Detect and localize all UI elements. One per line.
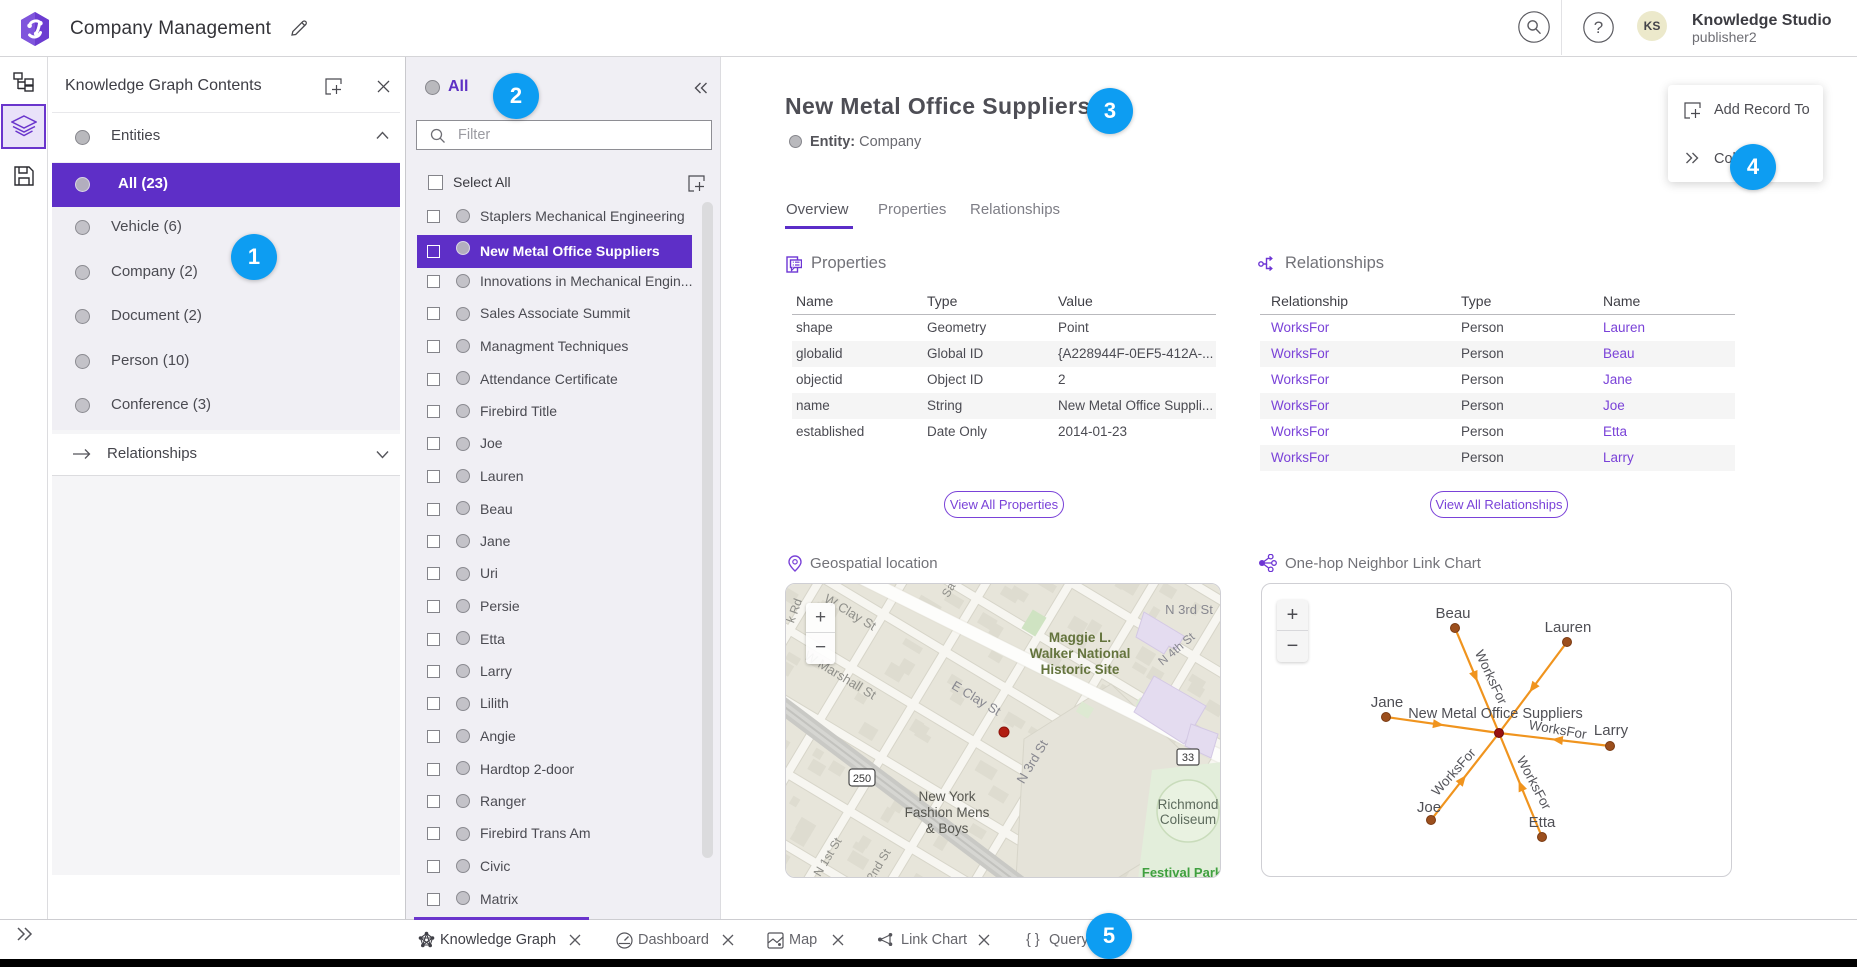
svg-text:N 3rd St: N 3rd St (1165, 602, 1213, 617)
svg-text:Richmond: Richmond (1158, 797, 1219, 812)
svg-text:250: 250 (853, 773, 871, 785)
svg-text:Festival Park: Festival Park (1142, 865, 1221, 878)
svg-text:& Boys: & Boys (926, 821, 969, 836)
svg-text:Beau: Beau (1435, 605, 1470, 622)
svg-text:WorksFor: WorksFor (1472, 648, 1510, 708)
svg-text:Lauren: Lauren (1545, 619, 1592, 636)
svg-text:Maggie L.: Maggie L. (1049, 630, 1111, 645)
svg-text:Joe: Joe (1417, 799, 1441, 816)
svg-text:33: 33 (1182, 752, 1194, 764)
svg-text:New Metal Office Suppliers: New Metal Office Suppliers (1408, 706, 1583, 722)
svg-text:Larry: Larry (1594, 722, 1629, 739)
svg-text:Walker National: Walker National (1030, 646, 1131, 661)
svg-text:New York: New York (918, 789, 975, 804)
svg-text:Fashion Mens: Fashion Mens (905, 805, 990, 820)
svg-text:Historic Site: Historic Site (1041, 662, 1120, 677)
svg-text:Jane: Jane (1371, 694, 1404, 711)
svg-text:Etta: Etta (1529, 814, 1556, 831)
svg-text:?: ? (1594, 18, 1603, 37)
svg-text:Coliseum: Coliseum (1160, 812, 1216, 827)
